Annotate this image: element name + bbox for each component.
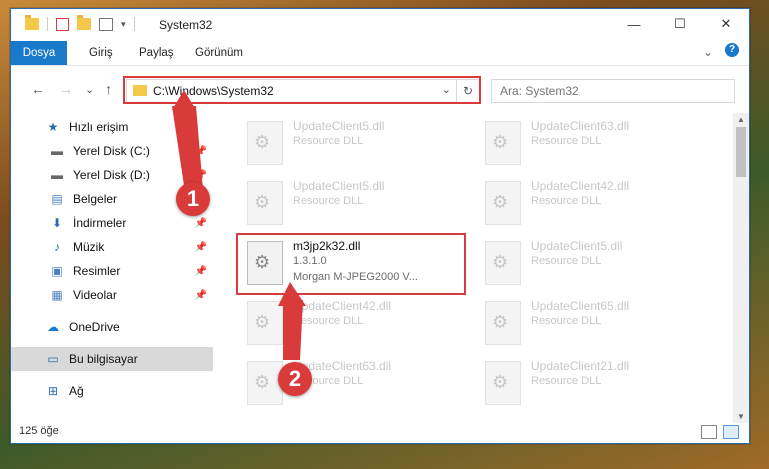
annotation-arrows <box>172 90 306 360</box>
step-marker-1: 1 <box>176 182 210 216</box>
arrow-1-head <box>172 90 196 110</box>
step-marker-2: 2 <box>278 362 312 396</box>
arrow-1 <box>172 106 203 192</box>
arrow-2 <box>283 300 303 360</box>
arrow-2-head <box>278 282 306 306</box>
